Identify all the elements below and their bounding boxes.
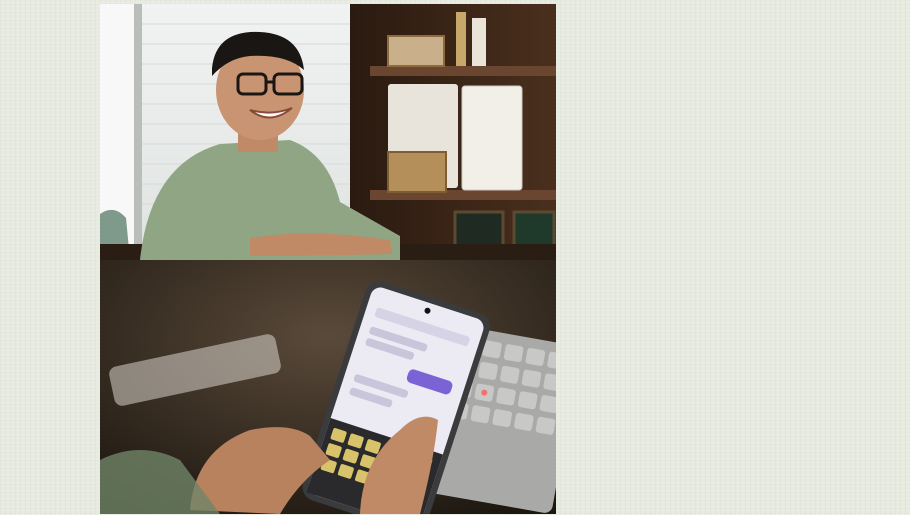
photo-frame-small — [387, 35, 445, 67]
shelf-upper — [370, 66, 556, 76]
certificate — [461, 85, 523, 191]
photo-top — [100, 4, 556, 260]
photo-frame-family — [387, 151, 447, 193]
photo-top-scene — [100, 4, 556, 260]
bottle — [456, 12, 466, 66]
photo-bottom-scene — [100, 260, 556, 514]
photo-bottom — [100, 260, 556, 514]
figurine — [472, 18, 486, 66]
